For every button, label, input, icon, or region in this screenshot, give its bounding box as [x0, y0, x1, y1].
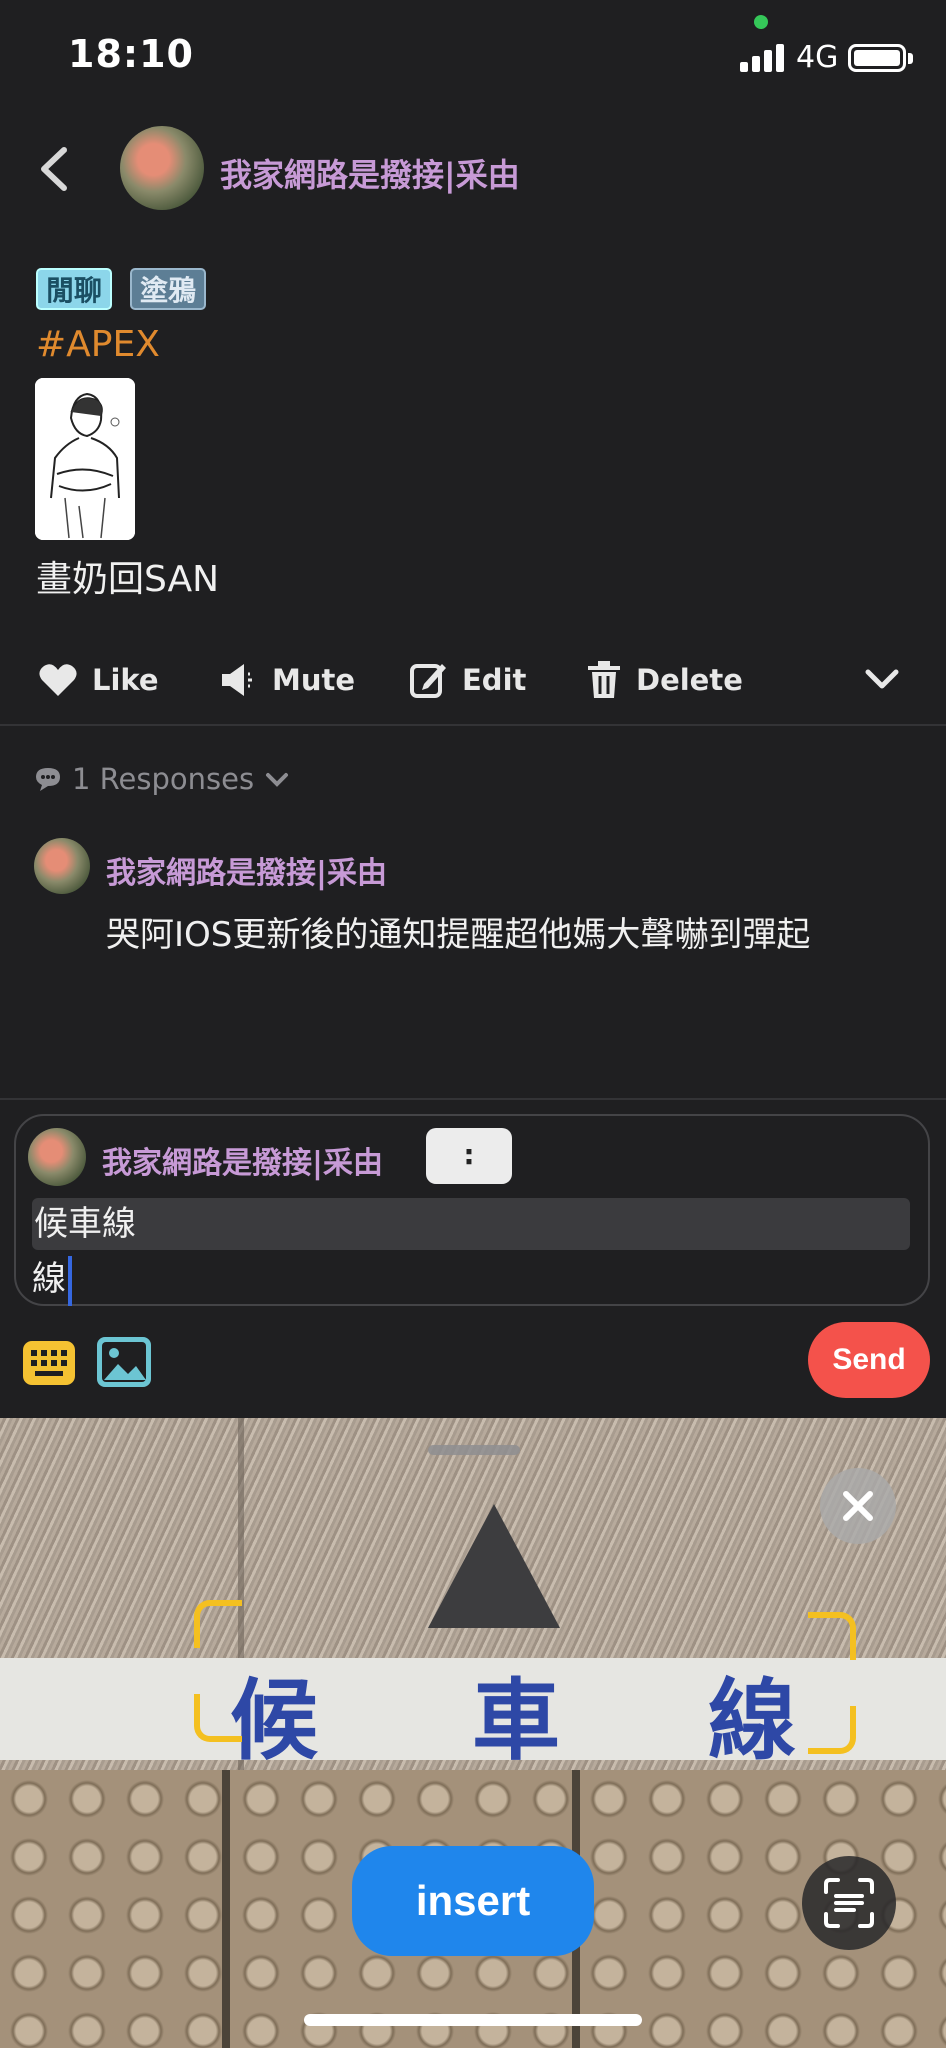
edit-button[interactable]: Edit	[408, 656, 526, 704]
divider	[0, 724, 946, 726]
mute-button[interactable]: Mute	[218, 656, 355, 704]
send-button[interactable]: Send	[808, 1322, 930, 1398]
author-avatar[interactable]	[120, 126, 204, 210]
chevron-down-icon	[266, 773, 289, 787]
edit-label: Edit	[462, 663, 527, 697]
hashtag-link[interactable]: #APEX	[36, 324, 160, 365]
delete-label: Delete	[636, 663, 743, 697]
more-options-chevron-icon[interactable]	[862, 664, 902, 694]
floor-arrow-marker	[428, 1504, 560, 1628]
tag-chat[interactable]: 閒聊	[36, 268, 113, 310]
status-time: 18:10	[68, 32, 194, 76]
composer-text-line-2[interactable]: 線	[32, 1252, 72, 1306]
mention-chip[interactable]: :	[426, 1128, 512, 1184]
reply-text: 哭阿IOS更新後的通知提醒超他媽大聲嚇到彈起	[106, 915, 811, 955]
delete-button[interactable]: Delete	[586, 656, 743, 704]
edit-icon	[410, 664, 446, 698]
text-cursor	[68, 1255, 72, 1306]
divider	[0, 1098, 946, 1100]
recognized-text-char: 線	[708, 1668, 799, 1772]
cellular-signal-icon	[740, 42, 786, 72]
speaker-mute-icon	[222, 664, 252, 696]
battery-tip	[908, 53, 913, 64]
reply-avatar[interactable]	[34, 838, 90, 894]
mute-label: Mute	[272, 663, 356, 697]
like-button[interactable]: Like	[38, 656, 159, 704]
comment-bubble-icon	[36, 768, 60, 791]
camera-in-use-indicator	[754, 15, 768, 29]
author-name[interactable]: 我家網路是撥接|采由	[220, 150, 520, 196]
responses-count: 1 Responses	[72, 762, 255, 796]
detection-bracket	[808, 1612, 856, 1660]
keyboard-icon[interactable]	[22, 1340, 76, 1386]
tag-doodle[interactable]: 塗鴉	[130, 268, 207, 310]
paving-seam	[222, 1770, 230, 2048]
composer-line-2-text: 線	[32, 1259, 66, 1299]
detection-bracket	[194, 1600, 242, 1648]
detection-bracket	[194, 1694, 242, 1742]
composer-avatar	[28, 1128, 86, 1186]
network-type: 4G	[796, 40, 839, 75]
like-label: Like	[92, 663, 159, 697]
sheet-grabber[interactable]	[428, 1445, 520, 1455]
close-icon	[843, 1491, 873, 1521]
post-body-text: 畫奶回SAN	[36, 559, 220, 600]
composer-user-name: 我家網路是撥接|采由	[102, 1146, 383, 1181]
detection-bracket	[808, 1706, 856, 1754]
back-chevron-icon[interactable]	[34, 142, 74, 196]
trash-icon	[588, 661, 620, 698]
text-scan-icon	[824, 1878, 874, 1928]
composer-text-line-1[interactable]: 候車線	[32, 1198, 910, 1250]
recognized-text-char: 候	[230, 1668, 321, 1772]
recognized-text-char: 車	[472, 1668, 563, 1772]
responses-toggle[interactable]: 1 Responses	[34, 762, 290, 796]
post-image-thumbnail[interactable]	[35, 378, 135, 540]
heart-icon	[39, 664, 77, 696]
insert-button[interactable]: insert	[352, 1846, 594, 1956]
live-text-scan-button[interactable]	[802, 1856, 896, 1950]
reply-author-name[interactable]: 我家網路是撥接|采由	[106, 848, 387, 892]
close-camera-button[interactable]	[820, 1468, 896, 1544]
home-indicator[interactable]	[304, 2014, 642, 2026]
status-bar: 18:10 4G	[0, 0, 946, 110]
battery-icon	[848, 44, 906, 72]
image-picker-icon[interactable]	[96, 1336, 152, 1388]
